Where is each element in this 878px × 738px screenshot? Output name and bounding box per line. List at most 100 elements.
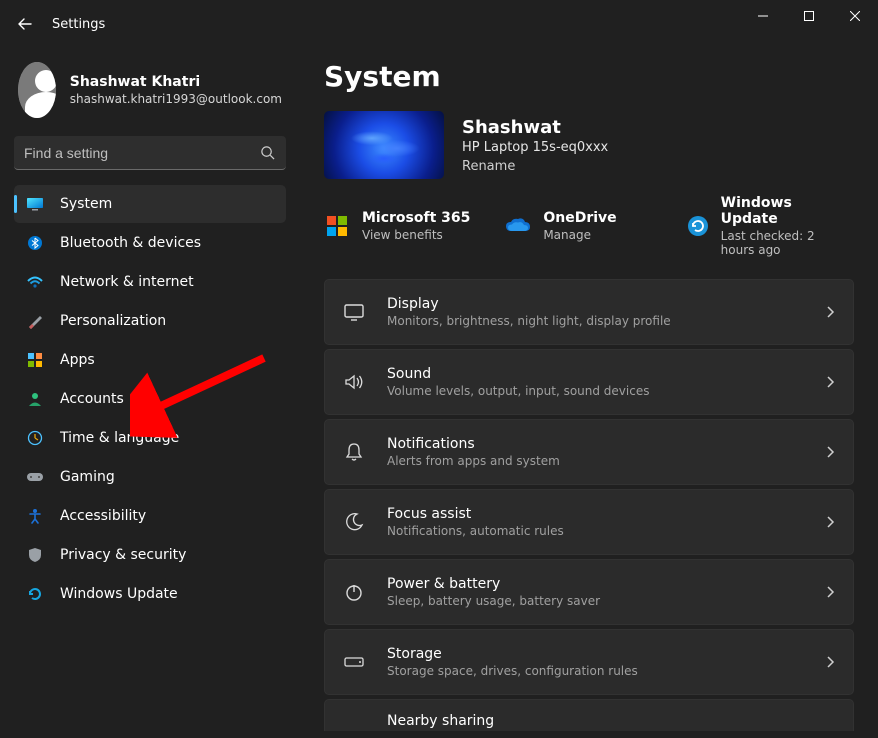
sidebar-item-label: Windows Update — [60, 586, 178, 602]
sidebar-item-network[interactable]: Network & internet — [14, 263, 286, 301]
sound-icon — [343, 371, 365, 393]
card-title: Storage — [387, 646, 803, 662]
service-microsoft365[interactable]: Microsoft 365 View benefits — [324, 195, 491, 257]
storage-icon — [343, 651, 365, 673]
card-title: Display — [387, 296, 803, 312]
page-title: System — [324, 60, 854, 93]
card-title: Nearby sharing — [387, 713, 813, 729]
user-email: shashwat.khatri1993@outlook.com — [70, 92, 282, 106]
service-title: Microsoft 365 — [362, 210, 470, 226]
gamepad-icon — [26, 468, 44, 486]
sidebar-item-system[interactable]: System — [14, 185, 286, 223]
monitor-icon — [26, 195, 44, 213]
card-focus-assist[interactable]: Focus assist Notifications, automatic ru… — [324, 489, 854, 555]
card-display[interactable]: Display Monitors, brightness, night ligh… — [324, 279, 854, 345]
wifi-icon — [26, 273, 44, 291]
rename-link[interactable]: Rename — [462, 159, 608, 174]
close-icon — [850, 11, 860, 21]
card-sub: Notifications, automatic rules — [387, 524, 803, 538]
clock-globe-icon — [26, 429, 44, 447]
service-row: Microsoft 365 View benefits OneDrive Man… — [324, 195, 854, 257]
chevron-right-icon — [825, 305, 835, 319]
device-row: Shashwat HP Laptop 15s-eq0xxx Rename — [324, 111, 854, 179]
sidebar-item-gaming[interactable]: Gaming — [14, 458, 286, 496]
device-model: HP Laptop 15s-eq0xxx — [462, 140, 608, 155]
sidebar-item-label: Accounts — [60, 391, 124, 407]
update-sync-icon — [687, 213, 709, 239]
bluetooth-icon — [26, 234, 44, 252]
main-pane: System Shashwat HP Laptop 15s-eq0xxx Ren… — [300, 48, 878, 738]
person-icon — [26, 390, 44, 408]
sidebar-item-accessibility[interactable]: Accessibility — [14, 497, 286, 535]
minimize-button[interactable] — [740, 0, 786, 32]
card-notifications[interactable]: Notifications Alerts from apps and syste… — [324, 419, 854, 485]
sidebar-item-personalization[interactable]: Personalization — [14, 302, 286, 340]
sidebar-item-label: Apps — [60, 352, 95, 368]
search-input[interactable] — [24, 145, 260, 161]
service-title: OneDrive — [543, 210, 616, 226]
moon-icon — [343, 511, 365, 533]
card-storage[interactable]: Storage Storage space, drives, configura… — [324, 629, 854, 695]
sidebar-item-bluetooth[interactable]: Bluetooth & devices — [14, 224, 286, 262]
card-sub: Storage space, drives, configuration rul… — [387, 664, 803, 678]
close-button[interactable] — [832, 0, 878, 32]
window-controls — [740, 0, 878, 32]
sidebar-item-label: System — [60, 196, 112, 212]
display-icon — [343, 301, 365, 323]
search-icon — [260, 145, 276, 161]
user-block[interactable]: Shashwat Khatri shashwat.khatri1993@outl… — [14, 56, 286, 136]
power-icon — [343, 581, 365, 603]
sidebar-item-privacy[interactable]: Privacy & security — [14, 536, 286, 574]
service-onedrive[interactable]: OneDrive Manage — [505, 195, 672, 257]
device-thumbnail — [324, 111, 444, 179]
settings-cards: Display Monitors, brightness, night ligh… — [324, 279, 854, 731]
service-title: Windows Update — [721, 195, 844, 227]
search-box[interactable] — [14, 136, 286, 170]
user-name: Shashwat Khatri — [70, 74, 282, 90]
device-name: Shashwat — [462, 117, 608, 138]
sidebar-item-time-language[interactable]: Time & language — [14, 419, 286, 457]
sidebar: Shashwat Khatri shashwat.khatri1993@outl… — [0, 48, 300, 738]
card-title: Sound — [387, 366, 803, 382]
onedrive-icon — [505, 213, 531, 239]
apps-icon — [26, 351, 44, 369]
update-icon — [26, 585, 44, 603]
card-sub: Alerts from apps and system — [387, 454, 803, 468]
card-power-battery[interactable]: Power & battery Sleep, battery usage, ba… — [324, 559, 854, 625]
card-sub: Volume levels, output, input, sound devi… — [387, 384, 803, 398]
card-sub: Monitors, brightness, night light, displ… — [387, 314, 803, 328]
sidebar-item-windows-update[interactable]: Windows Update — [14, 575, 286, 613]
card-nearby-sharing[interactable]: Nearby sharing — [324, 699, 854, 731]
service-sub: Manage — [543, 228, 616, 242]
card-sub: Sleep, battery usage, battery saver — [387, 594, 803, 608]
accessibility-icon — [26, 507, 44, 525]
shield-icon — [26, 546, 44, 564]
nav-list: System Bluetooth & devices Network & int… — [14, 184, 286, 614]
card-title: Focus assist — [387, 506, 803, 522]
back-arrow-icon — [17, 16, 33, 32]
ms365-icon — [324, 213, 350, 239]
window-title: Settings — [52, 17, 105, 32]
sidebar-item-label: Gaming — [60, 469, 115, 485]
back-button[interactable] — [8, 7, 42, 41]
sidebar-item-label: Personalization — [60, 313, 166, 329]
sidebar-item-label: Bluetooth & devices — [60, 235, 201, 251]
sidebar-item-apps[interactable]: Apps — [14, 341, 286, 379]
maximize-icon — [804, 11, 814, 21]
card-title: Power & battery — [387, 576, 803, 592]
card-sound[interactable]: Sound Volume levels, output, input, soun… — [324, 349, 854, 415]
sidebar-item-accounts[interactable]: Accounts — [14, 380, 286, 418]
paintbrush-icon — [26, 312, 44, 330]
service-sub: View benefits — [362, 228, 470, 242]
minimize-icon — [758, 11, 768, 21]
share-icon — [343, 704, 365, 726]
sidebar-item-label: Network & internet — [60, 274, 194, 290]
maximize-button[interactable] — [786, 0, 832, 32]
titlebar: Settings — [0, 0, 878, 48]
chevron-right-icon — [825, 445, 835, 459]
avatar — [18, 62, 56, 118]
chevron-right-icon — [825, 585, 835, 599]
chevron-right-icon — [825, 375, 835, 389]
service-windows-update[interactable]: Windows Update Last checked: 2 hours ago — [687, 195, 854, 257]
sidebar-item-label: Privacy & security — [60, 547, 186, 563]
